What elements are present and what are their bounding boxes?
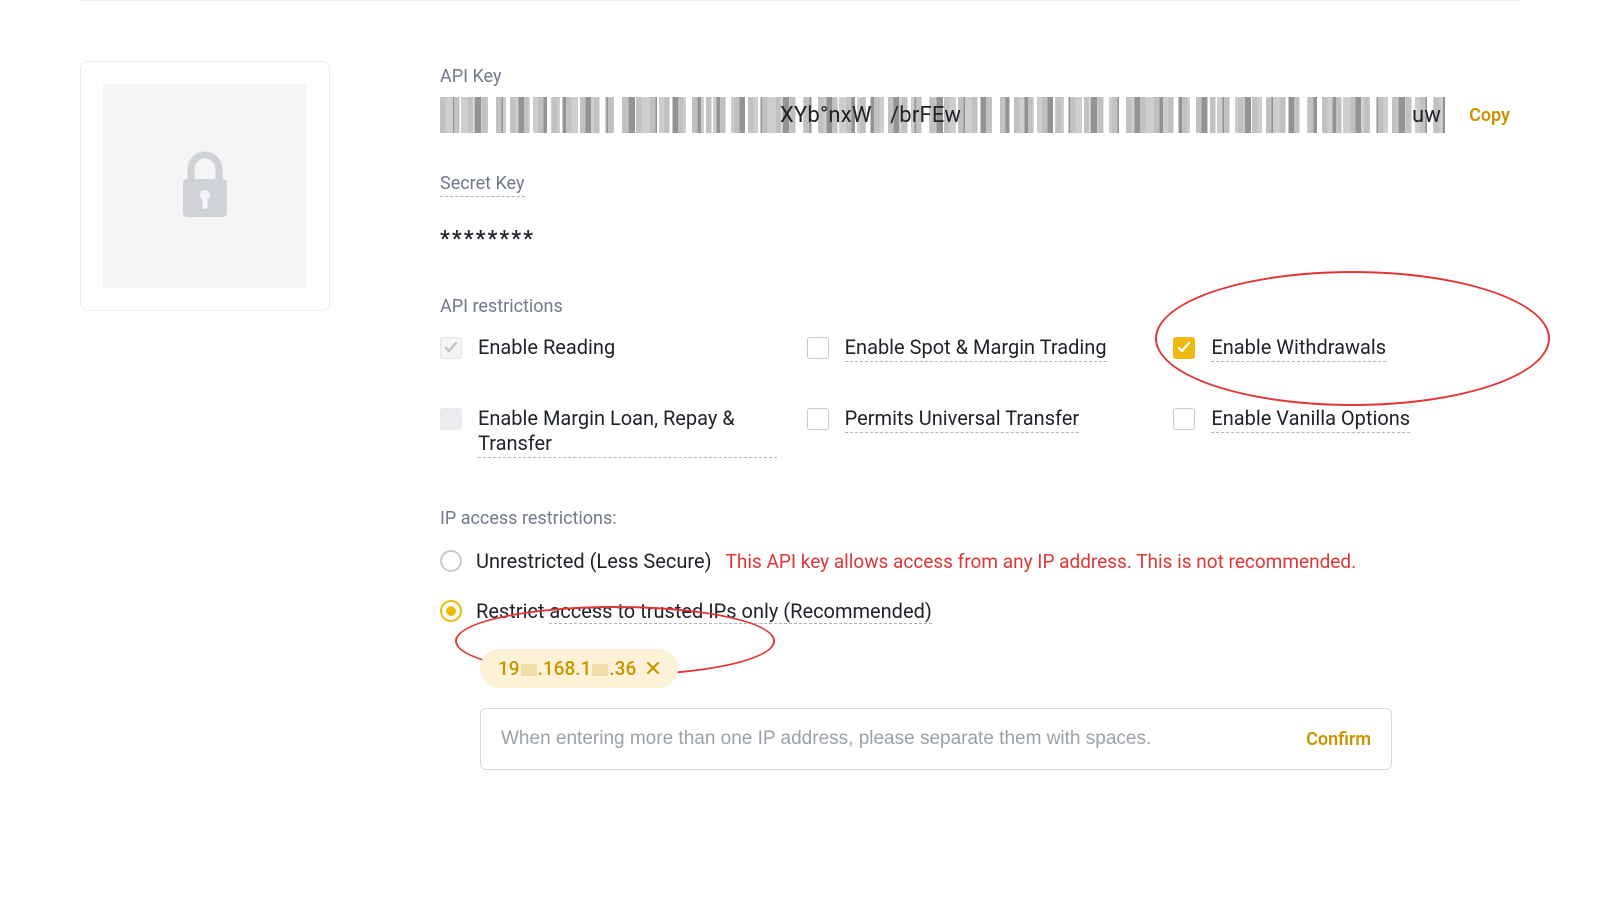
- secret-key-value: ********: [440, 227, 1510, 252]
- copy-button[interactable]: Copy: [1469, 105, 1510, 126]
- api-restrictions-title: API restrictions: [440, 296, 1510, 317]
- api-avatar-box: [80, 61, 330, 311]
- radio-icon: [440, 600, 462, 622]
- radio-restricted[interactable]: Restrict access to trusted IPs only (Rec…: [440, 599, 1510, 623]
- ip-chip-mask: [591, 662, 609, 678]
- ip-chip-part1: 19: [498, 657, 520, 680]
- checkbox-label: Enable Withdrawals: [1211, 335, 1386, 362]
- checkbox-label: Enable Vanilla Options: [1211, 406, 1410, 433]
- api-key-fragment-end: uw: [1412, 103, 1441, 128]
- radio-icon: [440, 550, 462, 572]
- checkbox-box-icon: [1173, 408, 1195, 430]
- ip-restrictions-title: IP access restrictions:: [440, 508, 1510, 529]
- checkbox-box-icon: [1173, 337, 1195, 359]
- close-icon: [646, 661, 660, 675]
- checkbox-label: Permits Universal Transfer: [845, 406, 1080, 433]
- ip-input-row: Confirm: [480, 708, 1392, 770]
- api-key-value: XYb°nxW /brFEw uw: [440, 97, 1445, 133]
- checkbox-box-icon: [807, 408, 829, 430]
- checkbox-enable-vanilla[interactable]: Enable Vanilla Options: [1173, 406, 1510, 458]
- radio-label-dotted: access to trusted IPs only (Recommended): [549, 599, 931, 624]
- api-key-label: API Key: [440, 66, 1510, 87]
- radio-label-prefix: Restrict: [476, 599, 549, 623]
- checkbox-label: Enable Spot & Margin Trading: [845, 335, 1107, 362]
- ip-chip-part2: .168.1: [538, 657, 592, 680]
- lock-icon: [103, 84, 307, 288]
- checkbox-label: Enable Margin Loan, Repay & Transfer: [478, 406, 777, 458]
- checkbox-enable-margin-loan[interactable]: Enable Margin Loan, Repay & Transfer: [440, 406, 777, 458]
- secret-key-label: Secret Key: [440, 173, 525, 197]
- ip-chip-mask: [520, 662, 538, 678]
- checkbox-permits-universal[interactable]: Permits Universal Transfer: [807, 406, 1144, 458]
- checkbox-box-icon: [807, 337, 829, 359]
- checkbox-enable-spot-margin[interactable]: Enable Spot & Margin Trading: [807, 335, 1144, 362]
- unrestricted-warning: This API key allows access from any IP a…: [726, 550, 1357, 573]
- api-key-fragment-mid: XYb°nxW: [780, 103, 872, 128]
- checkbox-box-icon: [440, 337, 462, 359]
- confirm-button[interactable]: Confirm: [1306, 729, 1371, 750]
- checkbox-enable-reading[interactable]: Enable Reading: [440, 335, 777, 362]
- radio-label: Unrestricted (Less Secure): [476, 549, 712, 573]
- checkbox-label: Enable Reading: [478, 335, 615, 360]
- ip-chip-remove-button[interactable]: [646, 657, 660, 680]
- ip-chip-part3: .36: [609, 657, 636, 680]
- api-key-fragment-mid2: /brFEw: [890, 103, 961, 128]
- ip-input[interactable]: [501, 728, 1286, 750]
- ip-chip: 19 .168.1 .36: [480, 649, 678, 688]
- radio-unrestricted[interactable]: Unrestricted (Less Secure) This API key …: [440, 549, 1510, 573]
- checkbox-box-icon: [440, 408, 462, 430]
- checkbox-enable-withdrawals[interactable]: Enable Withdrawals: [1173, 335, 1510, 362]
